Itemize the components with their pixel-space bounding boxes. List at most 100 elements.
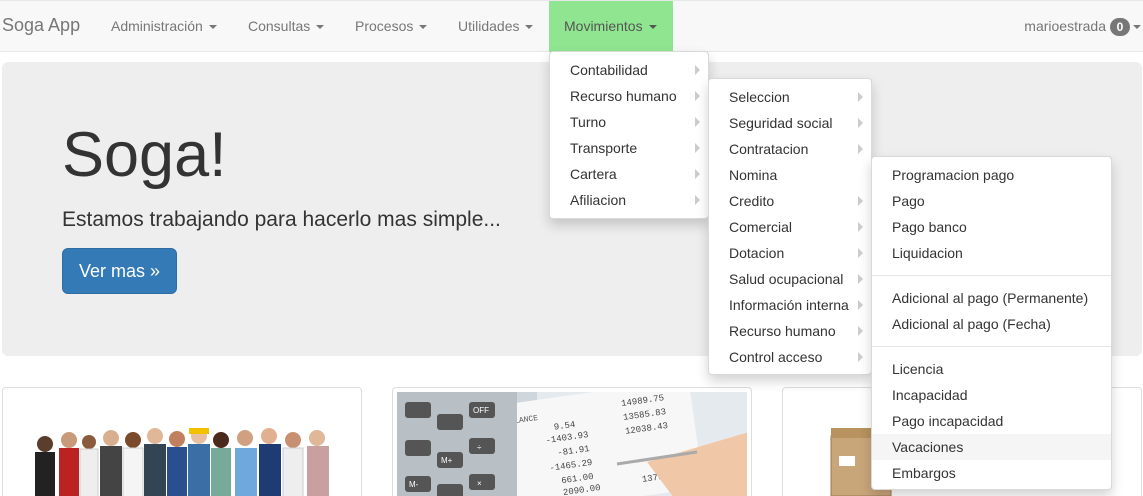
menu-item-label: Dotacion xyxy=(729,245,785,261)
submenu-recurso-humano: Seleccion Seguridad social Contratacion … xyxy=(708,78,872,375)
menu-item-adicional-fecha[interactable]: Adicional al pago (Fecha) xyxy=(872,311,1111,337)
menu-item-label: Salud ocupacional xyxy=(729,271,844,287)
menu-item-recurso-humano-2[interactable]: Recurso humano xyxy=(709,318,871,344)
nav-utilidades-label: Utilidades xyxy=(458,18,520,34)
menu-item-embargos[interactable]: Embargos xyxy=(872,460,1111,486)
menu-item-label: Seguridad social xyxy=(729,115,833,131)
notification-badge: 0 xyxy=(1110,18,1130,37)
menu-item-salud-ocupacional[interactable]: Salud ocupacional xyxy=(709,266,871,292)
nav-administracion-label: Administración xyxy=(111,18,203,34)
menu-item-label: Comercial xyxy=(729,219,793,235)
caret-down-icon xyxy=(525,25,534,30)
chevron-right-icon xyxy=(858,118,863,128)
chevron-right-icon xyxy=(695,195,700,205)
calc-key-label: M- xyxy=(409,480,419,489)
calculator-image: BALANCE 9.54 -1403.93 -81.91 -1465.29 66… xyxy=(397,392,747,496)
menu-item-liquidacion[interactable]: Liquidacion xyxy=(872,240,1111,266)
chevron-right-icon xyxy=(858,274,863,284)
menu-item-label: Seleccion xyxy=(729,89,790,105)
menu-item-comercial[interactable]: Comercial xyxy=(709,214,871,240)
menu-item-label: Credito xyxy=(729,193,775,209)
menu-item-adicional-permanente[interactable]: Adicional al pago (Permanente) xyxy=(872,285,1111,311)
menu-item-label: Cartera xyxy=(570,166,617,182)
chevron-right-icon xyxy=(858,144,863,154)
caret-down-icon xyxy=(1133,25,1141,30)
chevron-right-icon xyxy=(858,92,863,102)
nav-procesos-label: Procesos xyxy=(355,18,414,34)
menu-item-recurso-humano[interactable]: Recurso humano xyxy=(550,83,708,109)
menu-item-label: Nomina xyxy=(729,167,778,183)
thumbnail-calculator[interactable]: BALANCE 9.54 -1403.93 -81.91 -1465.29 66… xyxy=(392,387,752,496)
workers-image xyxy=(7,392,357,496)
menu-item-contratacion[interactable]: Contratacion xyxy=(709,136,871,162)
chevron-right-icon xyxy=(695,117,700,127)
chevron-right-icon xyxy=(858,196,863,206)
hero-subtitle: Estamos trabajando para hacerlo mas simp… xyxy=(62,208,501,231)
menu-divider xyxy=(872,275,1111,276)
nav-movimientos-label: Movimientos xyxy=(564,18,643,34)
menu-item-label: Control acceso xyxy=(729,349,823,365)
menu-item-nomina[interactable]: Nomina xyxy=(709,162,871,188)
menu-item-vacaciones[interactable]: Vacaciones xyxy=(872,434,1111,460)
menu-item-pago-incapacidad[interactable]: Pago incapacidad xyxy=(872,408,1111,434)
menu-item-dotacion[interactable]: Dotacion xyxy=(709,240,871,266)
user-menu[interactable]: marioestrada 0 xyxy=(1024,1,1143,52)
caret-down-icon xyxy=(208,25,217,30)
menu-item-seguridad-social[interactable]: Seguridad social xyxy=(709,110,871,136)
menu-item-seleccion[interactable]: Seleccion xyxy=(709,84,871,110)
calc-key-label: × xyxy=(477,479,482,488)
menu-item-label: Información interna xyxy=(729,297,849,313)
chevron-right-icon xyxy=(695,91,700,101)
menu-item-pago-banco[interactable]: Pago banco xyxy=(872,214,1111,240)
menu-item-credito[interactable]: Credito xyxy=(709,188,871,214)
thumbnail-workers[interactable] xyxy=(2,387,362,496)
caret-down-icon xyxy=(419,25,428,30)
menu-item-cartera[interactable]: Cartera xyxy=(550,161,708,187)
menu-item-contabilidad[interactable]: Contabilidad xyxy=(550,57,708,83)
caret-down-icon xyxy=(648,25,657,30)
brand-link[interactable]: Soga App xyxy=(2,15,80,36)
menu-item-turno[interactable]: Turno xyxy=(550,109,708,135)
chevron-right-icon xyxy=(858,352,863,362)
submenu-nomina: Programacion pago Pago Pago banco Liquid… xyxy=(871,156,1112,490)
menu-item-programacion-pago[interactable]: Programacion pago xyxy=(872,162,1111,188)
calc-key-label: M+ xyxy=(441,456,453,465)
menu-item-transporte[interactable]: Transporte xyxy=(550,135,708,161)
menu-item-label: Recurso humano xyxy=(570,88,677,104)
menu-item-afiliacion[interactable]: Afiliacion xyxy=(550,187,708,213)
menu-item-licencia[interactable]: Licencia xyxy=(872,356,1111,382)
menu-item-label: Contratacion xyxy=(729,141,809,157)
chevron-right-icon xyxy=(695,65,700,75)
chevron-right-icon xyxy=(858,248,863,258)
nav-procesos[interactable]: Procesos xyxy=(340,1,442,52)
menu-item-label: Recurso humano xyxy=(729,323,836,339)
nav-administracion[interactable]: Administración xyxy=(96,1,232,52)
menu-item-pago[interactable]: Pago xyxy=(872,188,1111,214)
calc-key-label: ÷ xyxy=(477,443,482,452)
menu-item-informacion-interna[interactable]: Información interna xyxy=(709,292,871,318)
nav-movimientos[interactable]: Movimientos xyxy=(549,1,673,52)
caret-down-icon xyxy=(316,25,325,30)
menu-item-incapacidad[interactable]: Incapacidad xyxy=(872,382,1111,408)
page: Soga App Administración Consultas Proces… xyxy=(0,0,1143,496)
menu-item-label: Turno xyxy=(570,114,607,130)
chevron-right-icon xyxy=(695,143,700,153)
chevron-right-icon xyxy=(858,326,863,336)
dropdown-movimientos: Contabilidad Recurso humano Turno Transp… xyxy=(549,51,709,219)
nav-consultas[interactable]: Consultas xyxy=(233,1,339,52)
chevron-right-icon xyxy=(858,300,863,310)
navbar: Soga App Administración Consultas Proces… xyxy=(0,0,1143,52)
chevron-right-icon xyxy=(858,222,863,232)
menu-item-control-acceso[interactable]: Control acceso xyxy=(709,344,871,370)
menu-item-label: Contabilidad xyxy=(570,62,648,78)
nav-consultas-label: Consultas xyxy=(248,18,311,34)
calc-key-label: OFF xyxy=(473,406,489,415)
ver-mas-button[interactable]: Ver mas » xyxy=(62,248,177,294)
nav-utilidades[interactable]: Utilidades xyxy=(443,1,548,52)
username: marioestrada xyxy=(1024,18,1106,34)
menu-divider xyxy=(872,346,1111,347)
chevron-right-icon xyxy=(695,169,700,179)
menu-item-label: Transporte xyxy=(570,140,638,156)
menu-item-label: Afiliacion xyxy=(570,192,627,208)
hero-title: Soga! xyxy=(62,120,227,190)
